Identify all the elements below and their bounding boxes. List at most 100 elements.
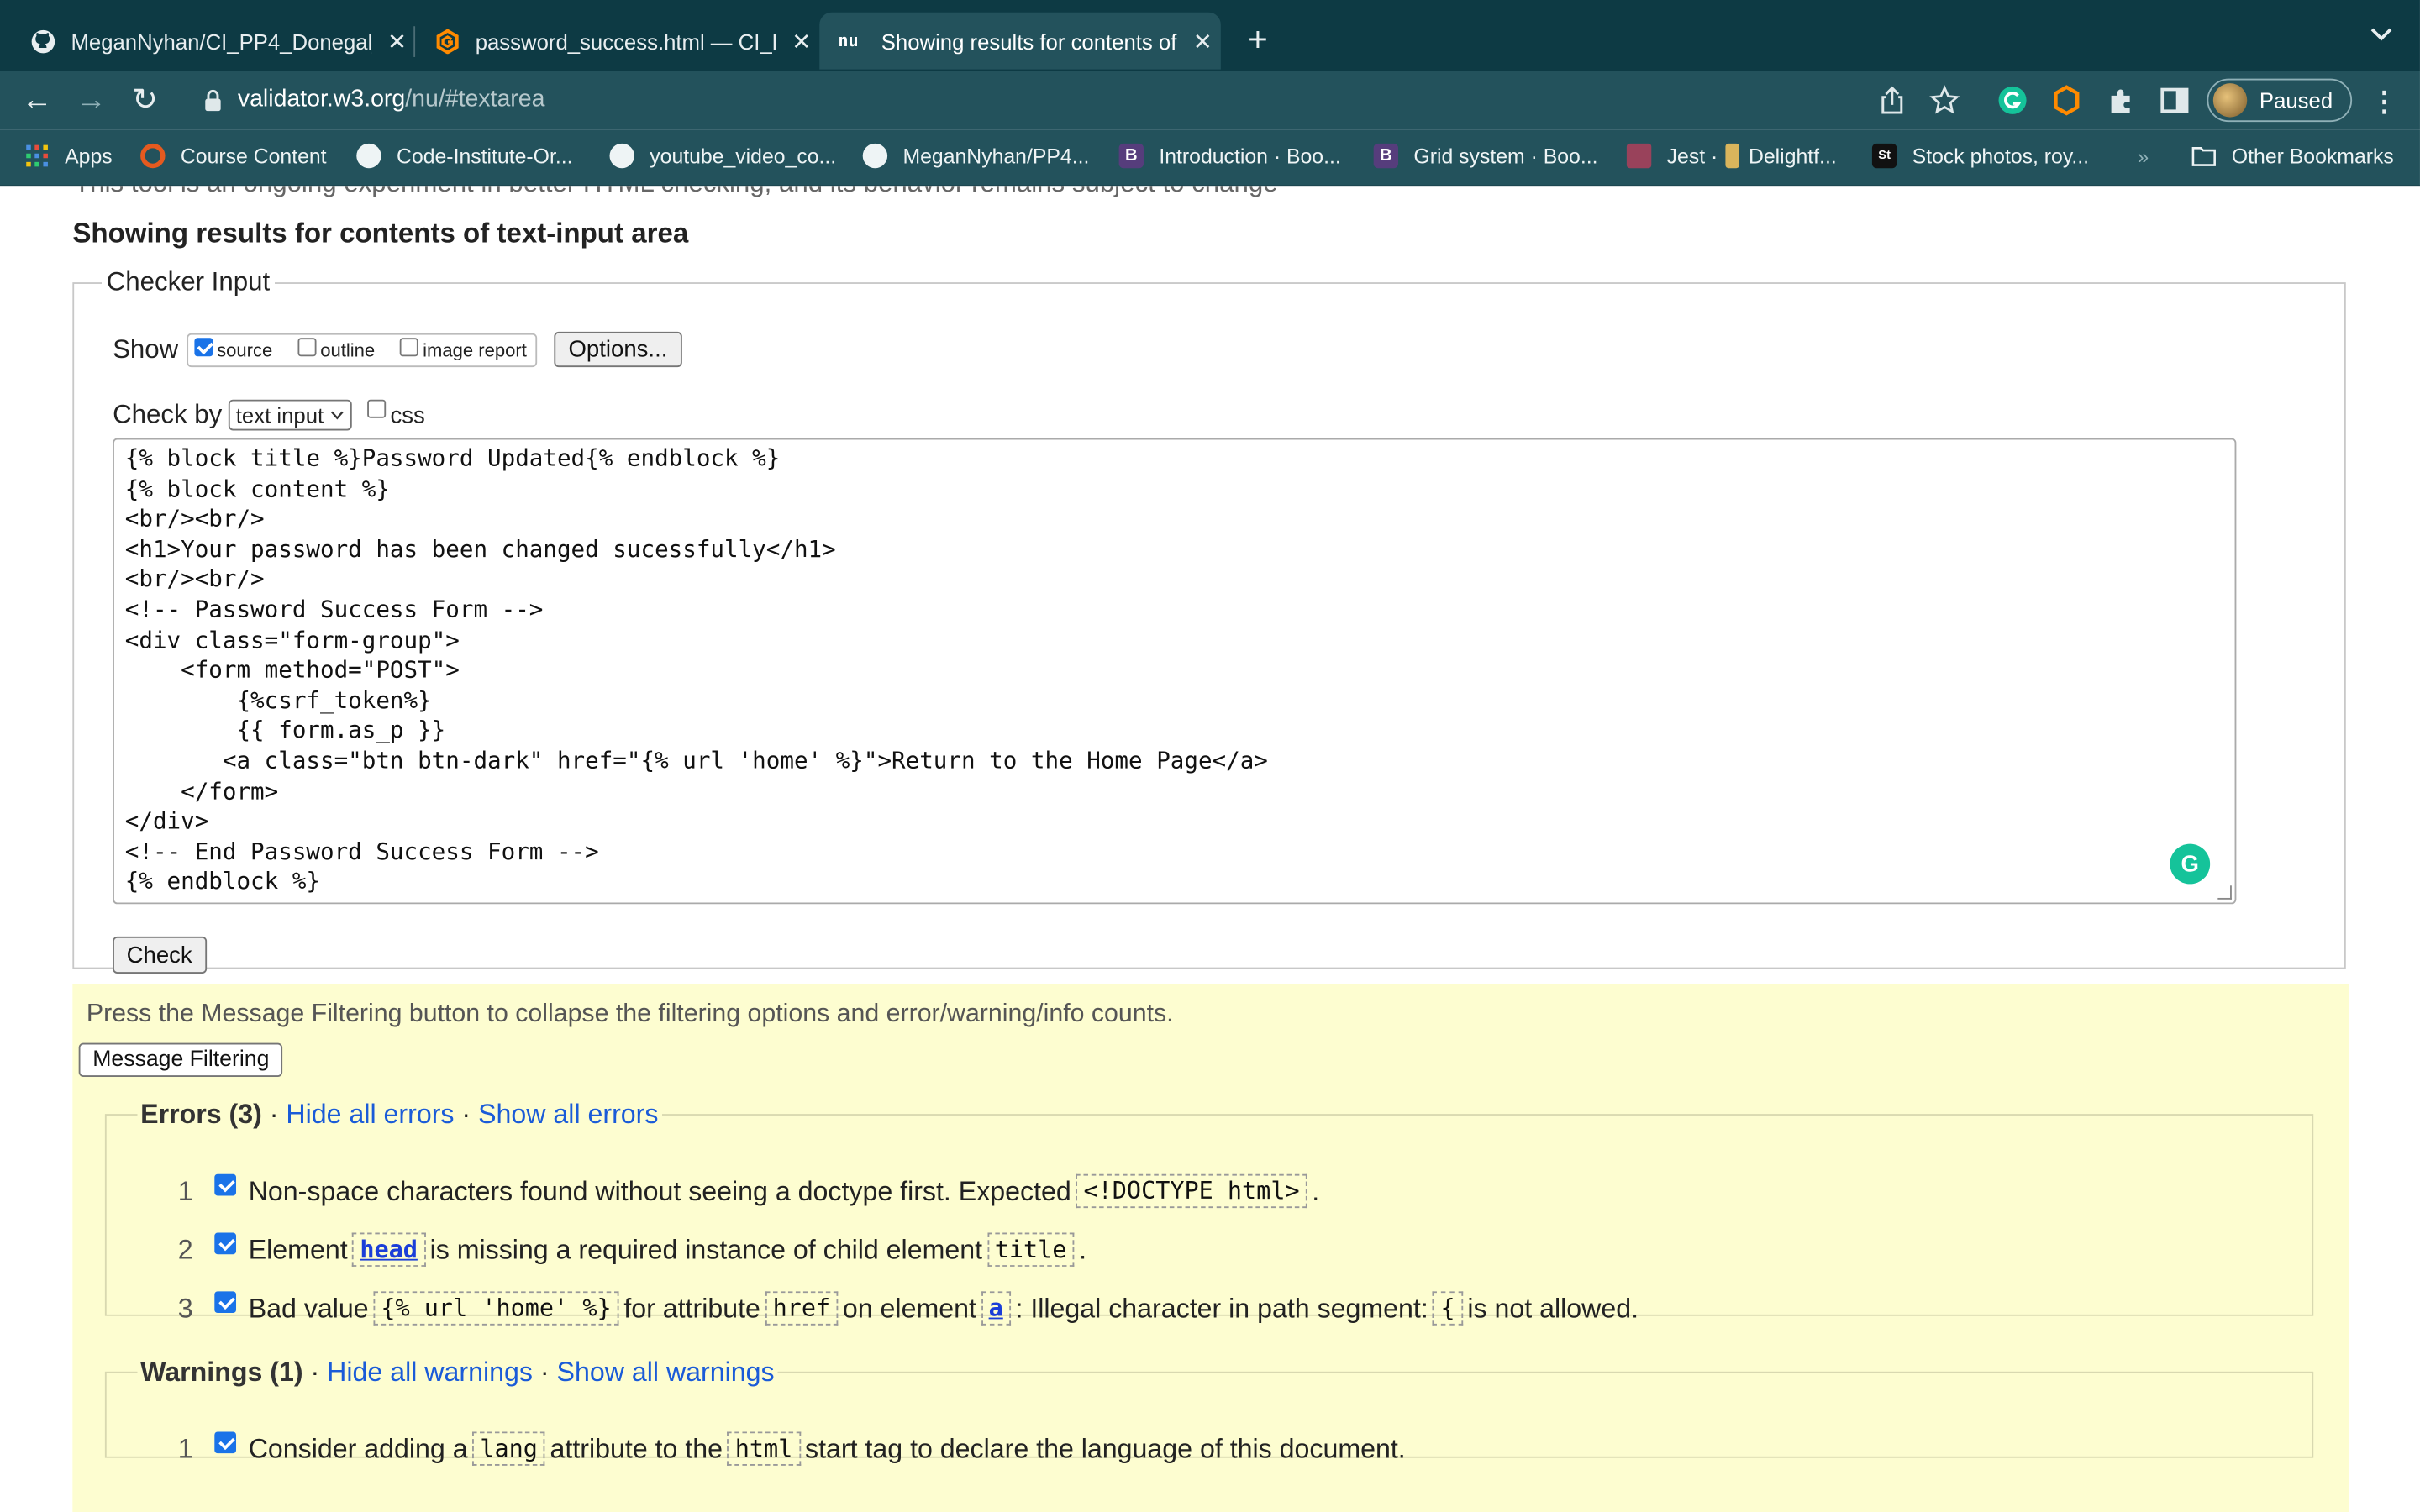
profile-button[interactable]: Paused bbox=[2207, 78, 2353, 123]
page-content: This tool is an ongoing experiment in be… bbox=[0, 186, 2420, 1512]
github-icon bbox=[609, 143, 634, 169]
reload-icon[interactable]: ↻ bbox=[128, 83, 161, 117]
message-text: Element bbox=[248, 1233, 348, 1265]
code-ref: title bbox=[986, 1232, 1075, 1267]
warnings-legend: Warnings (1) · Hide all warnings · Show … bbox=[140, 1356, 775, 1388]
tab-github-repo[interactable]: MeganNyhan/CI_PP4_Donegal_ ✕ bbox=[0, 13, 413, 70]
new-tab-plus-icon[interactable]: + bbox=[1241, 20, 1275, 60]
github-icon bbox=[862, 143, 888, 169]
tab-validator-results[interactable]: nu Showing results for contents of ✕ bbox=[819, 12, 1221, 70]
checker-input-legend: Checker Input bbox=[106, 266, 271, 297]
bookmark-bootstrap-grid[interactable]: B Grid system · Boo... bbox=[1373, 143, 1598, 169]
address-bar[interactable]: validator.w3.org/nu/#textarea bbox=[182, 77, 1973, 123]
url-path: /nu/#textarea bbox=[405, 86, 545, 113]
image-report-checkbox[interactable] bbox=[399, 337, 418, 356]
bookmark-youtube-video[interactable]: youtube_video_co... bbox=[609, 143, 836, 169]
hide-all-warnings-link[interactable]: Hide all warnings bbox=[327, 1356, 533, 1387]
message-checkbox[interactable] bbox=[214, 1232, 237, 1255]
apps-grid-icon bbox=[26, 144, 48, 167]
forward-arrow-icon[interactable]: → bbox=[74, 83, 108, 117]
grammarly-icon[interactable] bbox=[1997, 85, 2028, 116]
error-message-1: 1 Non-space characters found without see… bbox=[107, 1173, 1319, 1209]
code-institute-icon bbox=[140, 143, 166, 169]
side-panel-icon[interactable] bbox=[2160, 85, 2191, 116]
hide-all-errors-link[interactable]: Hide all errors bbox=[286, 1099, 454, 1130]
share-icon[interactable] bbox=[1876, 85, 1907, 116]
bootstrap-icon: B bbox=[1118, 143, 1144, 169]
bookmark-label: MeganNyhan/PP4... bbox=[902, 144, 1090, 168]
bookmark-label: Jest · bbox=[1666, 144, 1718, 168]
message-text: Consider adding a bbox=[248, 1432, 468, 1464]
message-text: is missing a required instance of child … bbox=[429, 1233, 983, 1265]
errors-fieldset: Errors (3) · Hide all errors · Show all … bbox=[104, 1098, 2314, 1326]
gitpod-icon bbox=[436, 28, 459, 54]
more-bookmarks-chevron-icon[interactable]: » bbox=[2138, 145, 2149, 169]
outline-checkbox[interactable] bbox=[297, 337, 316, 356]
message-checkbox[interactable] bbox=[214, 1431, 237, 1454]
source-textarea[interactable]: {% block title %}Password Updated{% endb… bbox=[113, 438, 2237, 905]
warnings-fieldset: Warnings (1) · Hide all warnings · Show … bbox=[104, 1356, 2314, 1466]
code-ref: html bbox=[727, 1431, 801, 1466]
head-element-link[interactable]: head bbox=[352, 1232, 426, 1267]
chevron-down-icon bbox=[330, 411, 344, 420]
source-checkbox[interactable] bbox=[193, 337, 213, 356]
message-filtering-button[interactable]: Message Filtering bbox=[78, 1042, 283, 1078]
page-title: Showing results for contents of text-inp… bbox=[72, 217, 689, 249]
code-ref: lang bbox=[472, 1431, 546, 1466]
message-text: Non-space characters found without seein… bbox=[248, 1174, 1071, 1206]
intro-text: This tool is an ongoing experiment in be… bbox=[74, 186, 1277, 199]
bookmark-course-content[interactable]: Course Content bbox=[140, 143, 327, 169]
options-button[interactable]: Options... bbox=[554, 331, 681, 368]
source-code-text: {% block title %}Password Updated{% endb… bbox=[124, 444, 1268, 895]
checker-input-fieldset: Checker Input Show source outline image … bbox=[72, 266, 2346, 974]
results-panel: Press the Message Filtering button to co… bbox=[72, 984, 2349, 1512]
bookmark-label: Other Bookmarks bbox=[2231, 144, 2394, 168]
message-text: start tag to declare the language of thi… bbox=[805, 1432, 1406, 1464]
bookmark-delightful[interactable]: Delightf... bbox=[1725, 143, 1837, 169]
check-by-select[interactable]: text input bbox=[228, 399, 352, 431]
show-all-warnings-link[interactable]: Show all warnings bbox=[557, 1356, 775, 1387]
message-number: 1 bbox=[177, 1432, 193, 1464]
extensions-puzzle-icon[interactable] bbox=[2105, 85, 2136, 116]
message-text: Bad value bbox=[248, 1292, 369, 1323]
show-all-errors-link[interactable]: Show all errors bbox=[478, 1099, 658, 1130]
bookmark-label: Stock photos, roy... bbox=[1912, 144, 2090, 168]
errors-title: Errors (3) bbox=[140, 1098, 262, 1130]
filter-instructions: Press the Message Filtering button to co… bbox=[86, 1000, 1174, 1028]
css-checkbox[interactable] bbox=[366, 399, 386, 418]
back-arrow-icon[interactable]: ← bbox=[20, 83, 54, 117]
tab-search-chevron-icon[interactable] bbox=[2370, 22, 2392, 46]
a-element-link[interactable]: a bbox=[981, 1291, 1011, 1326]
message-text: : Illegal character in path segment: bbox=[1015, 1292, 1428, 1323]
errors-legend: Errors (3) · Hide all errors · Show all … bbox=[140, 1098, 659, 1130]
bookmark-megannyhan-pp4[interactable]: MeganNyhan/PP4... bbox=[862, 143, 1090, 169]
gitpod-extension-icon[interactable] bbox=[2051, 85, 2082, 116]
bookmark-bootstrap-intro[interactable]: B Introduction · Boo... bbox=[1118, 143, 1341, 169]
nu-validator-icon: nu bbox=[838, 30, 859, 51]
show-options-group: source outline image report bbox=[186, 332, 538, 367]
code-ref: { bbox=[1433, 1291, 1463, 1326]
grammarly-icon[interactable]: G bbox=[2170, 843, 2211, 885]
bookmark-code-institute-org[interactable]: Code-Institute-Or... bbox=[356, 143, 573, 169]
close-icon[interactable]: ✕ bbox=[792, 27, 811, 55]
message-checkbox[interactable] bbox=[214, 1291, 237, 1314]
check-button[interactable]: Check bbox=[113, 936, 207, 974]
browser-window: MeganNyhan/CI_PP4_Donegal_ ✕ password_su… bbox=[0, 0, 2420, 1512]
bookmarks-bar: Apps Course Content Code-Institute-Or...… bbox=[0, 129, 2420, 187]
bookmark-apps[interactable]: Apps bbox=[24, 144, 113, 168]
bookmark-jest[interactable]: Jest · bbox=[1626, 143, 1718, 169]
check-by-label: Check by bbox=[113, 399, 223, 429]
lock-icon bbox=[205, 89, 221, 112]
bookmark-star-icon[interactable] bbox=[1929, 85, 1960, 116]
resize-handle[interactable] bbox=[2217, 885, 2232, 900]
tab-title: MeganNyhan/CI_PP4_Donegal_ bbox=[71, 28, 372, 54]
close-icon[interactable]: ✕ bbox=[1193, 27, 1213, 55]
tab-gitpod-file[interactable]: password_success.html — CI_F ✕ bbox=[404, 13, 818, 70]
bookmark-other-bookmarks[interactable]: Other Bookmarks bbox=[2191, 144, 2394, 168]
menu-kebab-icon[interactable]: ⋮ bbox=[2370, 87, 2398, 119]
image-report-label: image report bbox=[423, 339, 527, 360]
warnings-title: Warnings (1) bbox=[140, 1356, 303, 1388]
message-checkbox[interactable] bbox=[214, 1173, 237, 1196]
check-by-row: Check by text input css bbox=[113, 399, 425, 431]
bookmark-stock-photos[interactable]: St Stock photos, roy... bbox=[1871, 143, 2090, 169]
